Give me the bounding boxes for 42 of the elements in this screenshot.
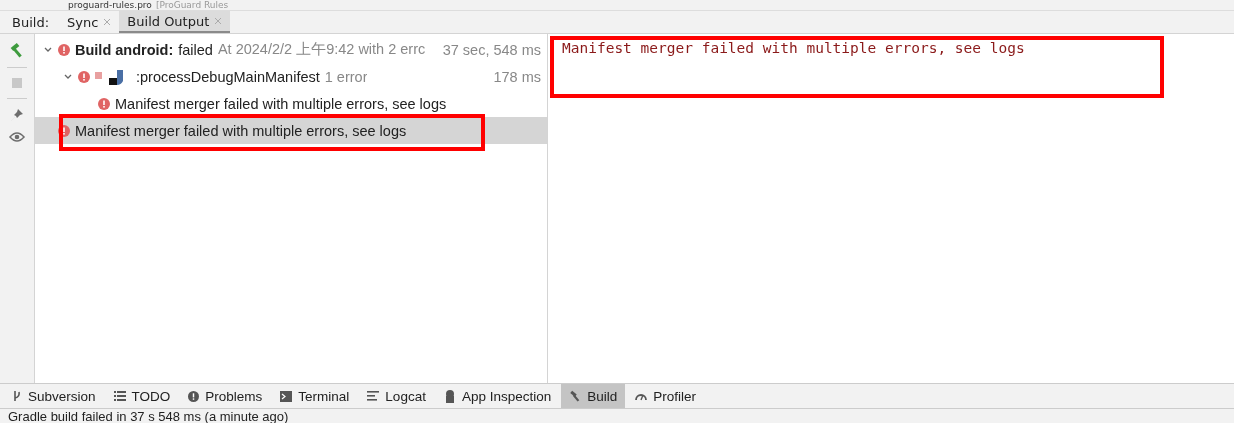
tool-window-button[interactable]: TODO bbox=[105, 384, 179, 408]
hammer-icon[interactable] bbox=[9, 42, 25, 58]
tree-item-label: :processDebugMainManifest bbox=[136, 68, 320, 85]
tool-window-button[interactable]: Problems bbox=[180, 384, 271, 408]
error-icon bbox=[98, 97, 110, 110]
error-icon bbox=[58, 43, 70, 56]
tool-window-button[interactable]: Logcat bbox=[359, 384, 434, 408]
panel-label: Build: bbox=[11, 13, 50, 32]
tree-item-label: Manifest merger failed with multiple errors, see logs bbox=[115, 95, 447, 112]
robot-icon bbox=[443, 389, 456, 403]
tool-window-button[interactable]: Profiler bbox=[627, 384, 704, 408]
error-icon bbox=[78, 70, 90, 83]
panel-tab[interactable]: Sync bbox=[59, 11, 120, 33]
alert-icon bbox=[188, 390, 200, 402]
duration-text: 178 ms bbox=[493, 68, 541, 85]
eye-icon[interactable] bbox=[9, 131, 25, 143]
detail-text: 1 error bbox=[324, 68, 368, 85]
build-title: Build android: bbox=[75, 41, 174, 58]
file-tab-label[interactable]: proguard-rules.pro bbox=[68, 0, 152, 10]
tree-row[interactable]: Manifest merger failed with multiple errors, see logs bbox=[35, 117, 547, 144]
terminal-icon bbox=[280, 390, 293, 402]
tool-window-button[interactable]: App Inspection bbox=[435, 384, 560, 408]
file-type-label: [ProGuard Rules bbox=[155, 0, 229, 10]
error-icon bbox=[58, 124, 70, 137]
tool-window-button[interactable]: Terminal bbox=[272, 384, 358, 408]
tree-item-label: Manifest merger failed with multiple errors, see logs bbox=[75, 122, 407, 139]
branch-icon bbox=[12, 390, 22, 402]
hammer-icon bbox=[569, 390, 582, 402]
list-icon bbox=[113, 391, 126, 401]
duration-text: 37 sec, 548 ms bbox=[442, 41, 541, 58]
console-output: Manifest merger failed with multiple errors, see logs bbox=[562, 40, 1026, 56]
panel-tab[interactable]: Build Output bbox=[119, 11, 231, 33]
tool-window-button[interactable]: Build bbox=[561, 384, 626, 408]
tool-window-button[interactable]: Subversion bbox=[4, 384, 104, 408]
build-status: failed bbox=[178, 41, 213, 58]
lines-icon bbox=[367, 391, 380, 401]
detail-text: At 2024/2/2 上午9:42 with 2 errc bbox=[217, 40, 426, 59]
tree-row[interactable]: :processDebugMainManifest 1 error 178 ms bbox=[35, 63, 547, 90]
status-text: Gradle build failed in 37 s 548 ms (a minute ago) bbox=[0, 408, 1234, 423]
gauge-icon bbox=[635, 391, 648, 401]
tree-row[interactable]: Build android: failed At 2024/2/2 上午9:42 with 2 errc 37 sec, 548 ms bbox=[35, 36, 547, 63]
tree-row[interactable]: Manifest merger failed with multiple errors, see logs bbox=[35, 90, 547, 117]
